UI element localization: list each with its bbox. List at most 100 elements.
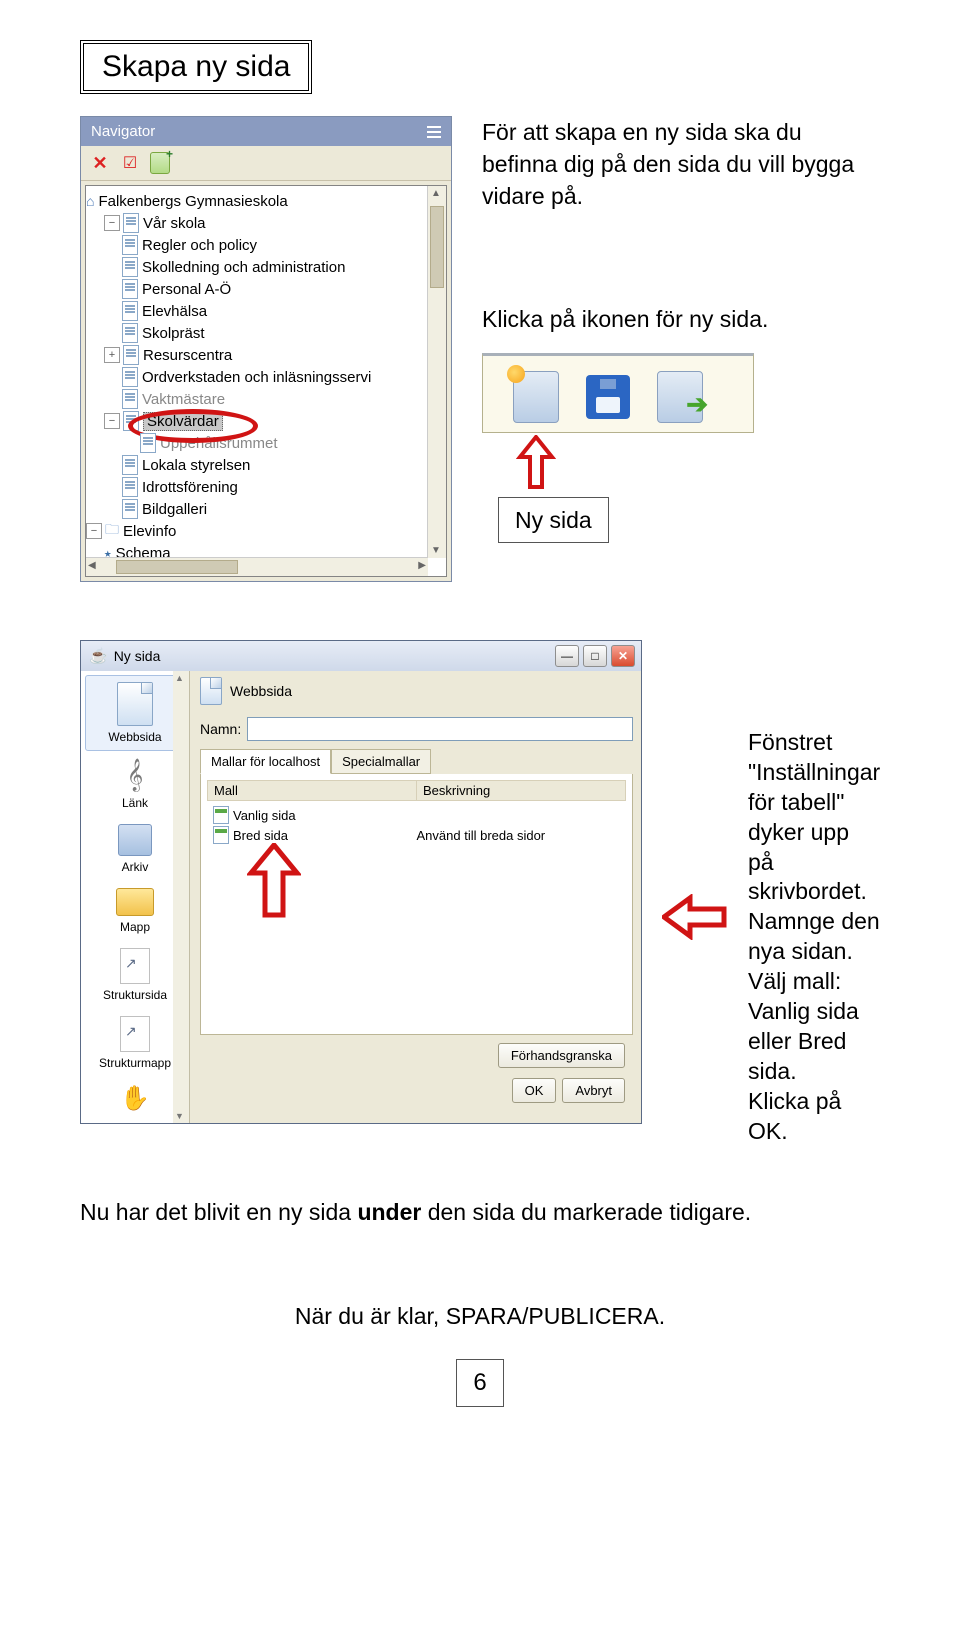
- tree-item[interactable]: Regler och policy: [86, 234, 428, 256]
- close-button[interactable]: ✕: [611, 645, 635, 667]
- page-icon: [122, 499, 138, 519]
- maximize-button[interactable]: □: [583, 645, 607, 667]
- sidebar-scrollbar[interactable]: [173, 671, 189, 1123]
- archive-icon: [118, 824, 152, 856]
- tree-item-selected[interactable]: − Skolvärdar: [86, 410, 428, 432]
- name-label: Namn:: [200, 721, 241, 737]
- page-icon: [122, 367, 138, 387]
- collapse-icon[interactable]: −: [104, 215, 120, 231]
- tree-item[interactable]: −🗀Elevinfo: [86, 520, 428, 542]
- ny-sida-dialog: ☕ Ny sida ― □ ✕ Webbsida 𝄞Länk Arkiv Map…: [80, 640, 642, 1124]
- tree-item[interactable]: Vaktmästare: [86, 388, 428, 410]
- sidebar-item-label: Struktursida: [103, 988, 167, 1002]
- tree-item[interactable]: Skolledning och administration: [86, 256, 428, 278]
- tree-item[interactable]: + Resurscentra: [86, 344, 428, 366]
- tree-item[interactable]: Uppehållsrummet: [86, 432, 428, 454]
- ok-button[interactable]: OK: [512, 1078, 557, 1103]
- close-icon[interactable]: ✕: [89, 152, 111, 174]
- save-button[interactable]: [581, 370, 635, 424]
- globe-icon: ⭑: [104, 545, 112, 559]
- template-icon: [213, 806, 229, 824]
- template-row[interactable]: Vanlig sida: [207, 805, 626, 825]
- sidebar-item-strukturmapp[interactable]: Strukturmapp: [85, 1010, 185, 1076]
- cancel-button[interactable]: Avbryt: [562, 1078, 625, 1103]
- tree-item[interactable]: ⭑Schema: [86, 542, 428, 558]
- collapse-icon[interactable]: −: [86, 523, 102, 539]
- tree-label: Vaktmästare: [142, 391, 225, 408]
- tree-label: Regler och policy: [142, 237, 257, 254]
- template-row[interactable]: Bred sida Använd till breda sidor: [207, 825, 626, 845]
- new-page-icon[interactable]: [149, 152, 171, 174]
- minimize-button[interactable]: ―: [555, 645, 579, 667]
- tree-item[interactable]: Ordverkstaden och inläsningsservi: [86, 366, 428, 388]
- tab-mallar-localhost[interactable]: Mallar för localhost: [200, 749, 331, 774]
- tree-item[interactable]: Skolpräst: [86, 322, 428, 344]
- template-list: Mall Beskrivning Vanlig sida Bred sida: [200, 774, 633, 1035]
- col-beskrivning-header[interactable]: Beskrivning: [417, 780, 626, 801]
- tree-item[interactable]: Idrottsförening: [86, 476, 428, 498]
- intro-text: För att skapa en ny sida ska du befinna …: [482, 116, 880, 213]
- instr-line: Välj mall:: [748, 967, 880, 997]
- vertical-scrollbar[interactable]: [427, 186, 446, 558]
- click-icon-text: Klicka på ikonen för ny sida.: [482, 303, 880, 335]
- home-icon: ⌂: [86, 193, 94, 209]
- collapse-icon[interactable]: −: [104, 413, 120, 429]
- tree-root[interactable]: ⌂ Falkenbergs Gymnasieskola: [86, 190, 428, 212]
- tree-label: Ordverkstaden och inläsningsservi: [142, 369, 371, 386]
- text-span: den sida du markerade tidigare.: [421, 1199, 751, 1225]
- text-span-bold: under: [357, 1199, 421, 1225]
- template-desc: Använd till breda sidor: [417, 828, 546, 843]
- dialog-main-heading: Webbsida: [230, 683, 292, 699]
- dialog-sidebar: Webbsida 𝄞Länk Arkiv Mapp Struktursida S…: [81, 671, 190, 1123]
- page-title: Skapa ny sida: [80, 40, 312, 94]
- page-icon: [200, 677, 222, 705]
- name-input[interactable]: [247, 717, 633, 741]
- page-icon: [122, 323, 138, 343]
- new-page-button[interactable]: [509, 370, 563, 424]
- navigator-toolbar: ✕ ☑: [81, 146, 451, 181]
- sidebar-item-webbsida[interactable]: Webbsida: [85, 675, 185, 751]
- sidebar-item-label: Webbsida: [108, 730, 161, 744]
- hand-icon: ✋: [120, 1084, 150, 1113]
- navigator-title-text: Navigator: [91, 123, 155, 140]
- sidebar-item-more[interactable]: ✋: [85, 1078, 185, 1119]
- tab-specialmallar[interactable]: Specialmallar: [331, 749, 431, 774]
- tree-item[interactable]: −Vår skola: [86, 212, 428, 234]
- page-icon: [122, 279, 138, 299]
- page-icon: [122, 455, 138, 475]
- tree-label: Skolvärdar: [143, 412, 223, 431]
- tree-item[interactable]: Elevhälsa: [86, 300, 428, 322]
- page-icon: [122, 257, 138, 277]
- col-mall-header[interactable]: Mall: [207, 780, 417, 801]
- tree-root-label: Falkenbergs Gymnasieskola: [98, 193, 287, 210]
- dialog-titlebar: ☕ Ny sida ― □ ✕: [81, 641, 641, 671]
- navigator-tree[interactable]: ⌂ Falkenbergs Gymnasieskola −Vår skola R…: [86, 186, 428, 558]
- tree-item[interactable]: Bildgalleri: [86, 498, 428, 520]
- preview-button[interactable]: Förhandsgranska: [498, 1043, 625, 1068]
- tree-item[interactable]: Personal A-Ö: [86, 278, 428, 300]
- publish-button[interactable]: [653, 370, 707, 424]
- instr-line: Fönstret "Inställningar för tabell" dyke…: [748, 728, 880, 907]
- page-icon: [122, 477, 138, 497]
- arrow-up-icon: [247, 843, 626, 922]
- bottom-text-2: När du är klar, SPARA/PUBLICERA.: [80, 1300, 880, 1333]
- page-number: 6: [456, 1359, 504, 1407]
- arrow-up-icon: [516, 435, 880, 491]
- sidebar-item-arkiv[interactable]: Arkiv: [85, 818, 185, 880]
- toolbar-strip: [482, 353, 754, 433]
- checklist-icon[interactable]: ☑: [119, 152, 141, 174]
- sidebar-item-mapp[interactable]: Mapp: [85, 882, 185, 940]
- bottom-text-1: Nu har det blivit en ny sida under den s…: [80, 1196, 880, 1229]
- sidebar-item-struktursida[interactable]: Struktursida: [85, 942, 185, 1008]
- sidebar-item-lank[interactable]: 𝄞Länk: [85, 753, 185, 816]
- tree-label: Resurscentra: [143, 347, 232, 364]
- sidebar-item-label: Arkiv: [122, 860, 149, 874]
- horizontal-scrollbar[interactable]: [86, 557, 428, 576]
- list-icon[interactable]: [427, 126, 441, 138]
- navigator-panel: Navigator ✕ ☑ ⌂ Falkenbergs Gymnasieskol…: [80, 116, 452, 582]
- structure-page-icon: [120, 948, 150, 984]
- page-icon: [122, 389, 138, 409]
- tree-label: Lokala styrelsen: [142, 457, 250, 474]
- expand-icon[interactable]: +: [104, 347, 120, 363]
- tree-item[interactable]: Lokala styrelsen: [86, 454, 428, 476]
